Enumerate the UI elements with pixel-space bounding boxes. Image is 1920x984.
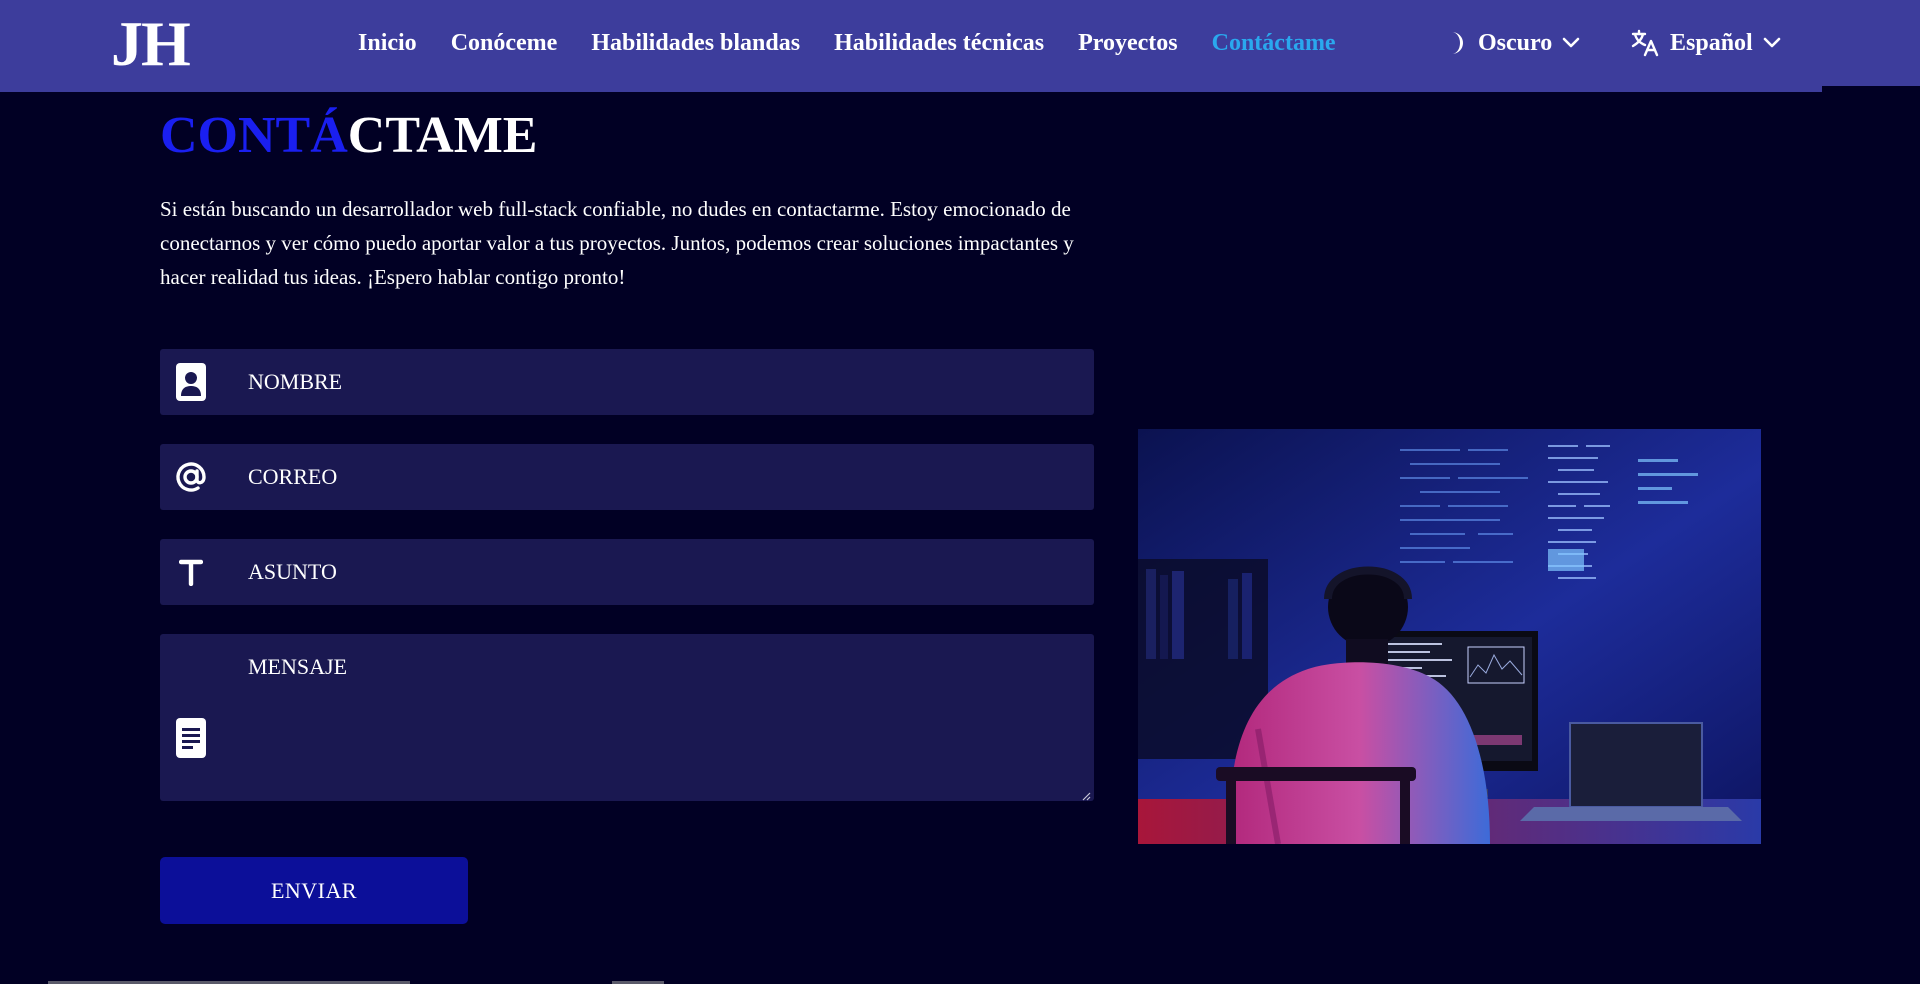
nav-link-habilidades-blandas[interactable]: Habilidades blandas (591, 26, 800, 60)
theme-dropdown[interactable]: Oscuro (1440, 26, 1580, 60)
email-field (160, 444, 1094, 510)
document-icon (174, 718, 208, 758)
nav-link-inicio[interactable]: Inicio (358, 26, 417, 60)
page-title-rest: CTAME (347, 107, 538, 164)
chevron-down-icon (1562, 37, 1580, 49)
name-field (160, 349, 1094, 415)
at-sign-icon (174, 457, 208, 497)
language-dropdown[interactable]: Español (1630, 26, 1781, 60)
navbar-edge (1822, 86, 1920, 92)
subject-field (160, 539, 1094, 605)
subject-input[interactable] (248, 539, 1084, 605)
page-title: CONTÁCTAME (160, 106, 538, 166)
message-field (160, 634, 1094, 801)
name-input[interactable] (248, 349, 1084, 415)
navbar: JH Inicio Conóceme Habilidades blandas H… (0, 0, 1920, 92)
email-input[interactable] (248, 444, 1084, 510)
language-dropdown-label: Español (1670, 29, 1753, 56)
resize-handle-icon[interactable] (1081, 788, 1091, 801)
theme-dropdown-label: Oscuro (1478, 29, 1553, 56)
logo[interactable]: JH (111, 6, 191, 82)
contact-card-icon (174, 362, 208, 402)
nav-link-conoceme[interactable]: Conóceme (451, 26, 558, 60)
send-button[interactable]: ENVIAR (160, 857, 468, 924)
half-moon-icon (1440, 29, 1468, 57)
translate-icon (1630, 28, 1660, 58)
text-t-icon (174, 552, 208, 592)
chevron-down-icon (1763, 37, 1781, 49)
nav-link-proyectos[interactable]: Proyectos (1078, 26, 1178, 60)
nav-link-habilidades-tecnicas[interactable]: Habilidades técnicas (834, 26, 1044, 60)
page-title-accent: CONTÁ (160, 107, 348, 164)
developer-illustration (1138, 429, 1761, 844)
intro-text: Si están buscando un desarrollador web f… (160, 197, 1074, 289)
nav-link-contactame[interactable]: Contáctame (1212, 26, 1336, 60)
message-textarea[interactable] (248, 654, 1084, 789)
nav-links: Inicio Conóceme Habilidades blandas Habi… (358, 26, 1336, 60)
